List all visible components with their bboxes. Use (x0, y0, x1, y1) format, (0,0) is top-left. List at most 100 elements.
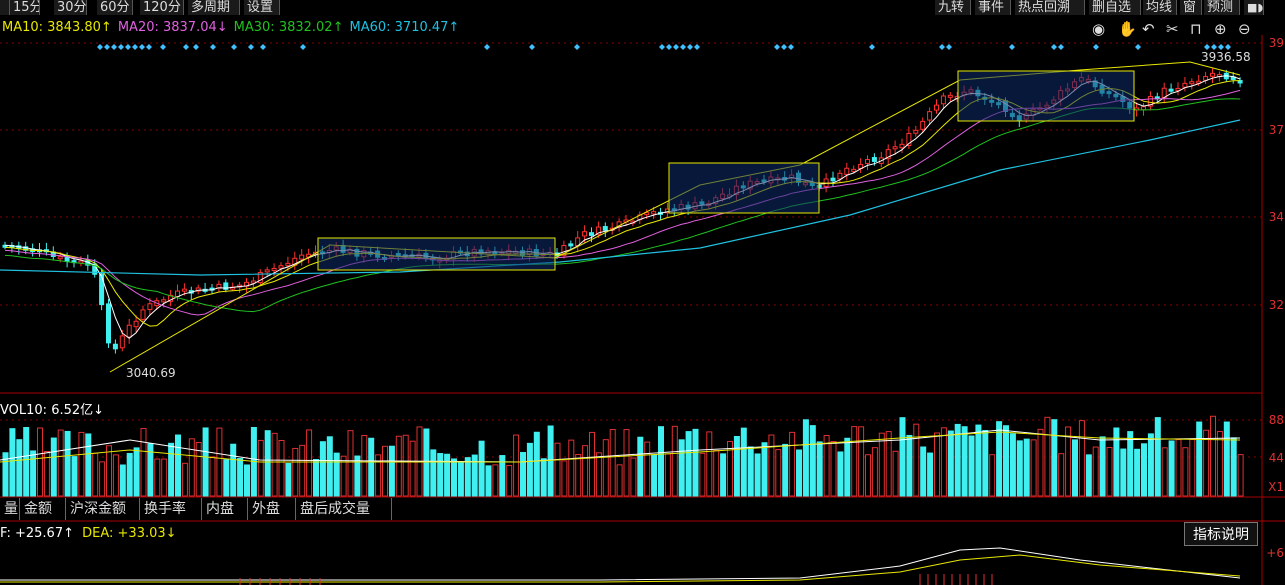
volume-bar (299, 444, 306, 497)
volume-bar (713, 450, 720, 497)
candle-body (271, 267, 277, 271)
volume-bar (451, 458, 457, 497)
volume-bar (913, 423, 920, 497)
signal-diamond (687, 44, 693, 50)
volume-bar (740, 427, 747, 497)
volume-bar (809, 425, 816, 497)
volume-bar (968, 435, 975, 497)
volume-bar (782, 443, 789, 497)
volume-bar (230, 443, 237, 497)
ma20-line (4, 89, 1241, 316)
volume-bar (589, 431, 595, 497)
candle-body (582, 231, 588, 237)
volume-bar (1134, 448, 1141, 497)
candle-body (934, 104, 939, 111)
candle-body (299, 254, 305, 260)
volume-bar (99, 461, 106, 497)
volume-bar (237, 458, 244, 497)
volume-bar (561, 460, 568, 497)
volume-bar (685, 431, 692, 497)
volume-bar (575, 453, 582, 497)
volume-bar (1023, 438, 1030, 497)
candle-body (651, 211, 657, 215)
tab-amount[interactable]: 金额 (20, 498, 66, 520)
volume-bar (982, 429, 989, 497)
volume-bar (989, 454, 996, 497)
volume-bar (595, 452, 602, 497)
candle-body (181, 288, 187, 292)
volume-bar (623, 429, 630, 497)
volume-bar (609, 429, 616, 497)
volume-bar (333, 452, 340, 497)
volume-bar (168, 442, 175, 497)
low-price-annotation: 3040.69 (126, 366, 176, 380)
volume-bar (306, 429, 313, 497)
volume-bar (57, 429, 64, 497)
volume-bar (720, 453, 727, 497)
signal-diamond (160, 44, 166, 50)
volume-bar (1044, 416, 1051, 497)
volume-bar (1120, 448, 1127, 497)
volume-bar (871, 447, 878, 497)
volume-bar (1078, 420, 1085, 497)
volume-bar (112, 454, 119, 497)
volume-bar (1106, 446, 1113, 497)
volume-bar (209, 456, 216, 497)
volume-bar (1009, 433, 1016, 497)
volume-bar (506, 465, 513, 497)
macd-dea-line (0, 554, 1241, 583)
tab-hs-amount[interactable]: 沪深金额 (66, 498, 140, 520)
volume-bar (161, 458, 168, 497)
volume-bar (1147, 433, 1154, 497)
volume-bar (223, 459, 230, 497)
volume-bar (568, 439, 575, 497)
volume-bar (478, 440, 485, 497)
candle-body (920, 120, 926, 130)
volume-bar (699, 452, 706, 497)
volume-bar (851, 426, 858, 497)
candle-body (927, 111, 933, 121)
volume-bar (775, 449, 782, 497)
volume-bar (961, 426, 968, 497)
volume-bar (671, 425, 678, 497)
indicator-help-button[interactable]: 指标说明 (1184, 522, 1258, 546)
volume-bar (319, 441, 326, 497)
tab-after-hours-volume[interactable]: 盘后成交量 (296, 498, 392, 520)
candle-body (1161, 87, 1167, 98)
volume-bar (520, 452, 526, 497)
volume-bar (1127, 431, 1134, 497)
volume-bar (616, 464, 623, 497)
volume-bar (1099, 436, 1106, 497)
signal-diamond (231, 44, 237, 50)
tab-outer-volume[interactable]: 外盘 (248, 498, 296, 520)
macd-dif-label: F: +25.67↑ (0, 526, 74, 541)
volume-bar (485, 465, 492, 497)
volume-bar (78, 431, 85, 497)
volume-bar (368, 437, 375, 497)
candle-body (844, 167, 850, 175)
candle-body (264, 269, 270, 273)
candle-body (1168, 88, 1174, 92)
volume-bar (878, 432, 885, 497)
tab-inner-volume[interactable]: 内盘 (202, 498, 248, 520)
volume-bar (175, 434, 181, 497)
volume-bar (140, 428, 147, 497)
candle-body (1141, 106, 1146, 111)
signal-diamond (111, 44, 117, 50)
candle-body (106, 303, 111, 344)
candle-body (126, 324, 132, 338)
volume-bar (133, 447, 140, 497)
volume-bar (975, 424, 982, 497)
volume-bar (533, 431, 540, 497)
tab-turnover[interactable]: 换手率 (140, 498, 202, 520)
candle-body (112, 343, 118, 350)
volume-bar (1223, 421, 1230, 497)
volume-bar (892, 450, 899, 497)
volume-bar (1058, 453, 1065, 497)
volume-bar (257, 439, 264, 497)
tab-volume[interactable]: 量 (0, 498, 20, 520)
volume-bar (119, 464, 126, 497)
signal-diamond (97, 44, 103, 50)
volume-bar (789, 431, 796, 497)
volume-bar (885, 431, 892, 497)
